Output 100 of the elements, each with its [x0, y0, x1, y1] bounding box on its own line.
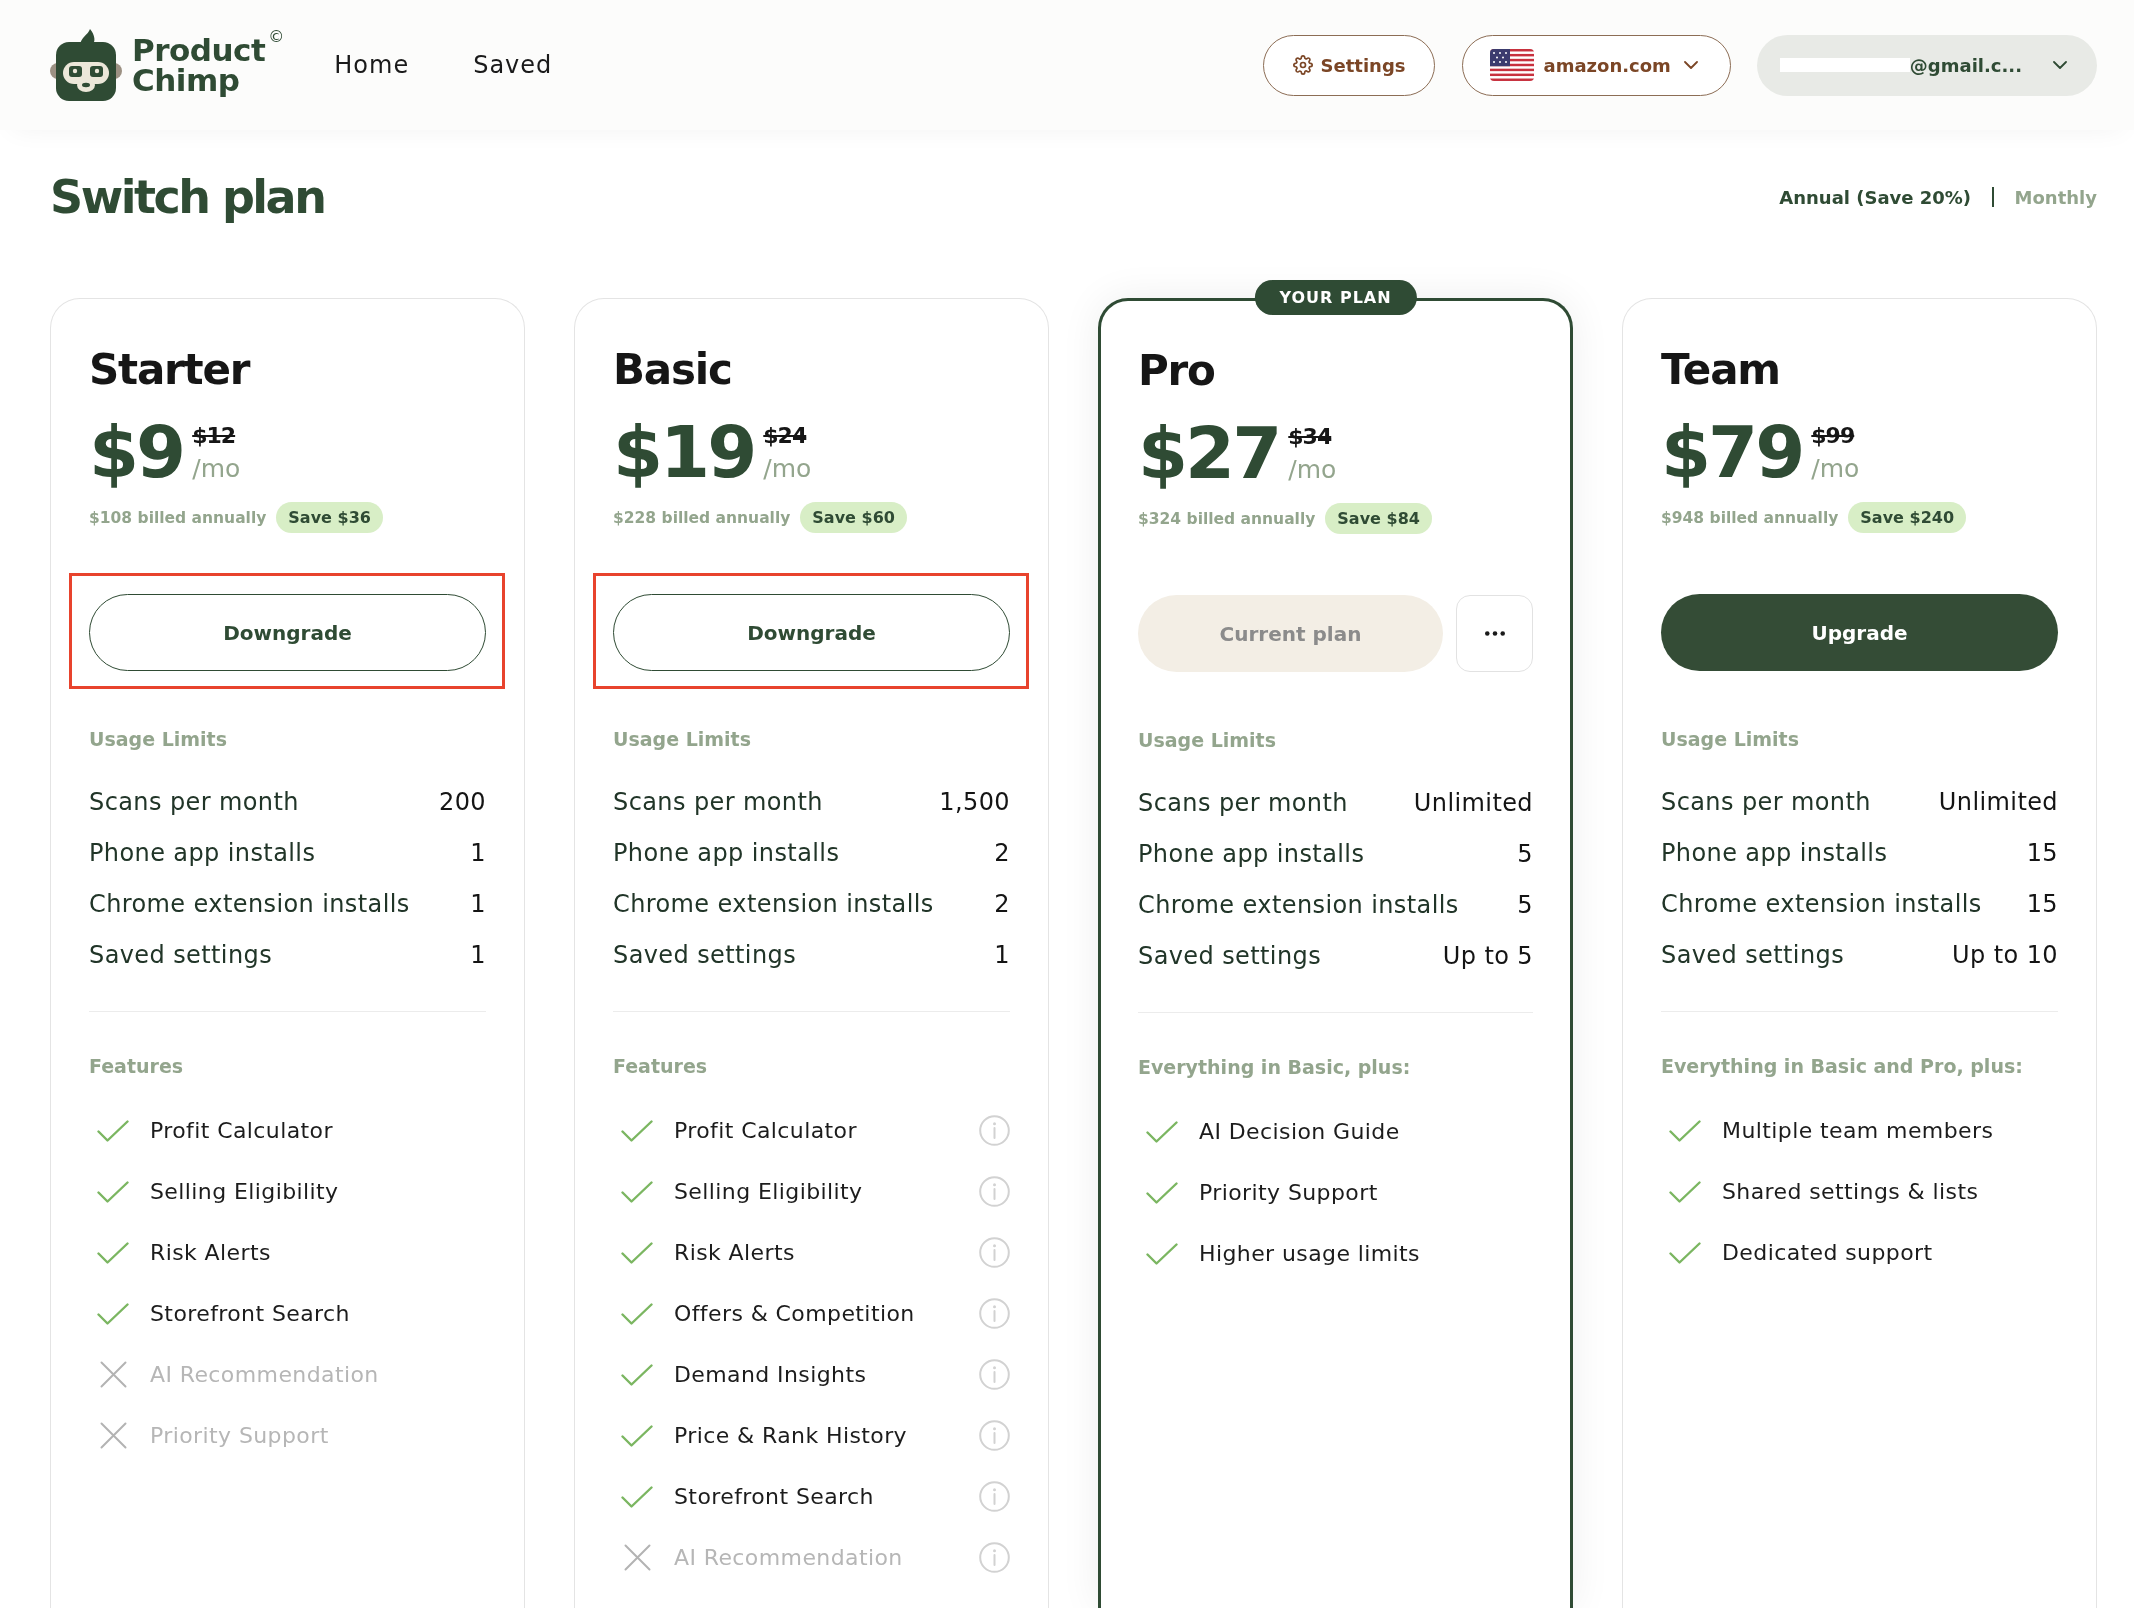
chevron-down-icon [1683, 61, 1698, 69]
price-amount: $27 [1138, 411, 1280, 495]
price-period: /mo [1288, 455, 1337, 485]
limit-label: Saved settings [1661, 940, 1845, 969]
downgrade-button[interactable]: Downgrade [613, 594, 1010, 671]
plan-name: Team [1661, 345, 1781, 395]
feature-label: Higher usage limits [1199, 1241, 1421, 1266]
marketplace-dropdown[interactable]: amazon.com [1461, 34, 1731, 96]
chimp-logo-icon [50, 29, 122, 101]
billing-note: $324 billed annually [1138, 509, 1316, 528]
limit-value: 5 [1517, 890, 1533, 919]
limit-label: Chrome extension installs [1138, 890, 1459, 919]
feature-label: Priority Support [1199, 1180, 1379, 1205]
limit-value: 1 [994, 940, 1010, 969]
plan-name: Starter [89, 345, 252, 395]
limit-label: Scans per month [89, 787, 299, 816]
feature-label: Priority Support [150, 1423, 330, 1448]
limit-label: Saved settings [1138, 941, 1322, 970]
limit-label: Saved settings [613, 940, 797, 969]
billing-note: $948 billed annually [1661, 508, 1839, 527]
info-icon[interactable] [979, 1237, 1010, 1268]
feature-label: AI Decision Guide [1199, 1119, 1401, 1144]
flag-icon [1489, 49, 1534, 81]
section-heading: Usage Limits [89, 727, 228, 752]
info-icon[interactable] [979, 1115, 1010, 1146]
savings-badge: Save $84 [1325, 503, 1432, 534]
info-icon[interactable] [979, 1298, 1010, 1329]
feature-label: Selling Eligibility [150, 1179, 340, 1204]
limit-label: Chrome extension installs [1661, 889, 1982, 918]
logo-text: Product [132, 35, 266, 65]
limit-value: 1 [470, 838, 486, 867]
limit-label: Phone app installs [1661, 838, 1888, 867]
limit-label: Scans per month [1661, 787, 1871, 816]
limit-label: Saved settings [89, 940, 273, 969]
price-amount: $9 [89, 410, 184, 494]
info-icon[interactable] [979, 1542, 1010, 1573]
feature-label: Storefront Search [674, 1484, 875, 1509]
savings-badge: Save $240 [1848, 502, 1967, 533]
limit-value: Unlimited [1413, 788, 1533, 817]
feature-label: Risk Alerts [674, 1240, 796, 1265]
downgrade-button[interactable]: Downgrade [89, 594, 486, 671]
limit-label: Chrome extension installs [89, 889, 410, 918]
billing-note: $228 billed annually [613, 508, 791, 527]
price-period: /mo [1811, 454, 1860, 484]
price-amount: $19 [613, 410, 755, 494]
savings-badge: Save $36 [276, 502, 383, 533]
limit-label: Phone app installs [1138, 839, 1365, 868]
limit-value: 1 [470, 940, 486, 969]
limit-label: Phone app installs [613, 838, 840, 867]
feature-label: Selling Eligibility [674, 1179, 864, 1204]
billing-note: $108 billed annually [89, 508, 267, 527]
limit-value: Unlimited [1938, 787, 2058, 816]
old-price: $12 [192, 422, 236, 450]
feature-label: AI Recommendation [150, 1362, 380, 1387]
limit-value: Up to 5 [1442, 941, 1533, 970]
more-button[interactable] [1456, 595, 1533, 672]
plan-name: Pro [1138, 346, 1216, 396]
section-heading: Everything in Basic and Pro, plus: [1661, 1054, 2024, 1079]
limit-value: 15 [2026, 838, 2058, 867]
feature-label: Storefront Search [150, 1301, 351, 1326]
limit-label: Phone app installs [89, 838, 316, 867]
settings-icon [1292, 55, 1313, 75]
nav-link[interactable]: Home [334, 47, 410, 83]
feature-label: Profit Calculator [674, 1118, 858, 1143]
price-period: /mo [192, 454, 241, 484]
info-icon[interactable] [979, 1176, 1010, 1207]
limit-label: Scans per month [1138, 788, 1348, 817]
info-icon[interactable] [979, 1420, 1010, 1451]
limit-value: 5 [1517, 839, 1533, 868]
feature-label: Demand Insights [674, 1362, 868, 1387]
account-dropdown[interactable]: @gmail.c... [1756, 34, 2097, 96]
limit-value: 2 [994, 838, 1010, 867]
limit-value: Up to 10 [1952, 940, 2058, 969]
info-icon[interactable] [979, 1359, 1010, 1390]
limit-label: Scans per month [613, 787, 823, 816]
chevron-down-icon [2053, 61, 2067, 69]
nav-link[interactable]: Saved [473, 47, 553, 83]
limit-value: 1,500 [939, 787, 1010, 816]
price-amount: $79 [1661, 410, 1803, 494]
section-heading: Usage Limits [1138, 728, 1277, 753]
feature-label: Shared settings & lists [1722, 1179, 1980, 1204]
copyright-mark: © [268, 29, 285, 45]
info-icon[interactable] [979, 1481, 1010, 1512]
feature-label: Dedicated support [1722, 1240, 1934, 1265]
feature-label: Risk Alerts [150, 1240, 272, 1265]
section-heading: Usage Limits [613, 727, 752, 752]
limit-value: 15 [2026, 889, 2058, 918]
section-heading: Features [613, 1054, 709, 1079]
price-period: /mo [763, 454, 812, 484]
feature-label: AI Recommendation [674, 1545, 904, 1570]
section-heading: Everything in Basic, plus: [1138, 1055, 1412, 1080]
more-icon [1484, 631, 1505, 636]
feature-label: Profit Calculator [150, 1118, 334, 1143]
plan-name: Basic [613, 345, 733, 395]
limit-value: 2 [994, 889, 1010, 918]
billing-option[interactable]: Annual (Save 20%) [1779, 186, 1972, 208]
old-price: $24 [763, 422, 807, 450]
feature-label: Offers & Competition [674, 1301, 916, 1326]
settings-button[interactable]: Settings [1262, 34, 1435, 96]
upgrade-button[interactable]: Upgrade [1661, 594, 2058, 671]
